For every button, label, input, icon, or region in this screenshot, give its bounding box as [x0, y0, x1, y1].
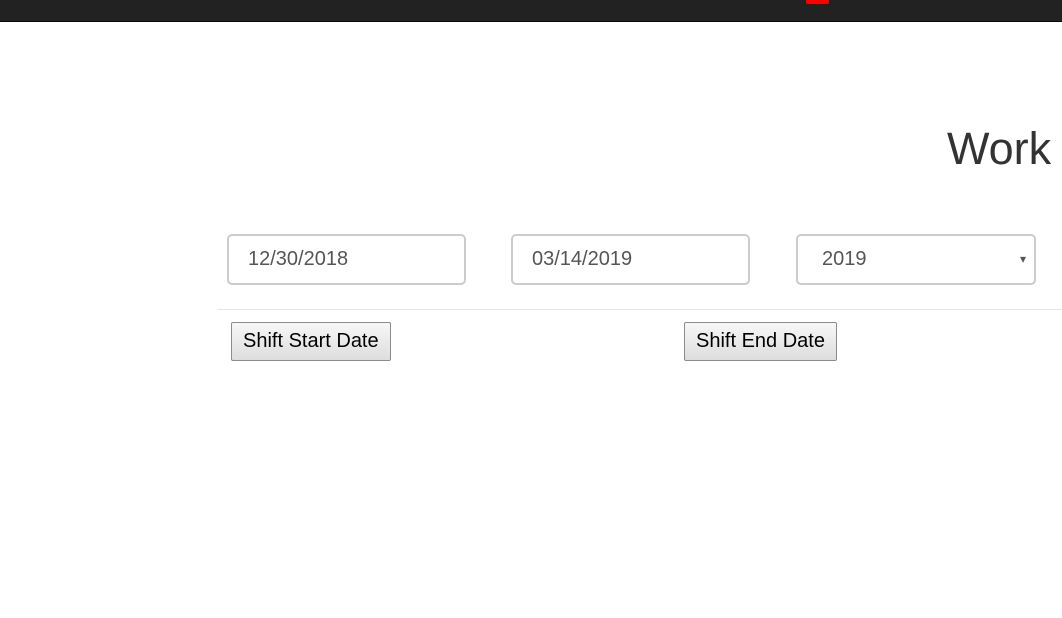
end-date-input[interactable]	[511, 234, 750, 285]
notification-marker[interactable]	[806, 0, 829, 4]
year-select[interactable]: 2019 ▾	[796, 234, 1036, 285]
divider	[218, 309, 1062, 310]
shift-end-date-button[interactable]: Shift End Date	[684, 322, 837, 361]
start-date-input[interactable]	[227, 234, 466, 285]
top-navbar	[0, 0, 1062, 22]
dropdown-arrow-icon: ▾	[1019, 252, 1026, 266]
page-title: Work	[947, 123, 1052, 174]
year-select-value: 2019	[822, 248, 867, 270]
shift-start-date-button[interactable]: Shift Start Date	[231, 322, 391, 361]
